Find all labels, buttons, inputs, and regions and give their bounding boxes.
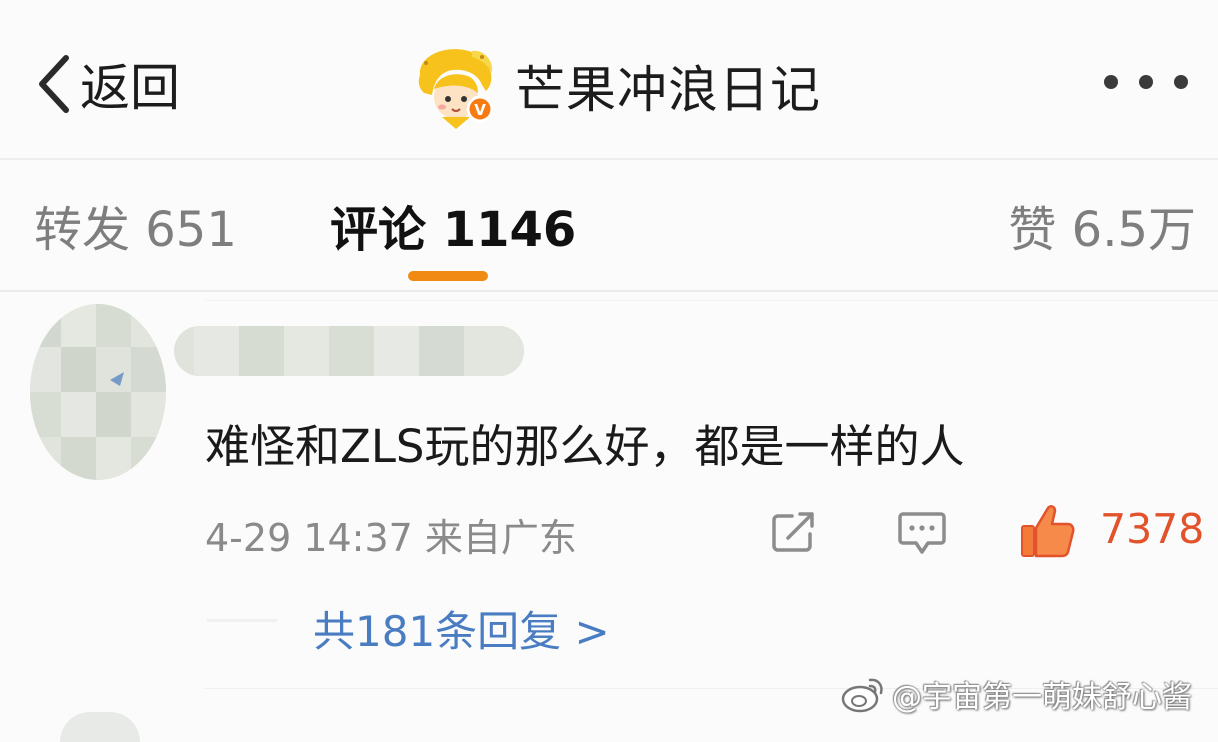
divider — [205, 300, 1218, 301]
divider — [0, 290, 1218, 292]
more-dot-icon — [1104, 75, 1118, 89]
account-name[interactable]: 芒果冲浪日记 — [515, 50, 821, 122]
commenter-avatar-blurred[interactable] — [26, 302, 166, 480]
share-icon[interactable] — [770, 510, 818, 554]
back-button[interactable]: 返回 — [34, 48, 180, 120]
next-commenter-avatar[interactable] — [60, 712, 140, 742]
more-dot-icon — [1174, 75, 1188, 89]
tab-repost[interactable]: 转发 651 — [34, 190, 237, 260]
back-label: 返回 — [80, 59, 180, 117]
divider — [207, 619, 277, 622]
commenter-name-blurred[interactable] — [174, 322, 524, 380]
like-count[interactable]: 7378 — [1100, 505, 1204, 553]
more-options-button[interactable] — [1104, 70, 1188, 94]
watermark-text: @宇宙第一萌妹舒心酱 — [892, 680, 1192, 715]
tab-comment[interactable]: 评论 1146 — [330, 190, 576, 260]
more-dot-icon — [1139, 75, 1153, 89]
tab-like[interactable]: 赞 6.5万 — [1008, 190, 1196, 260]
active-tab-indicator — [408, 271, 488, 281]
view-replies-link[interactable]: 共181条回复 > — [313, 598, 610, 659]
weibo-logo-icon — [841, 678, 883, 713]
chevron-left-icon — [39, 55, 69, 113]
watermark: @宇宙第一萌妹舒心酱 — [840, 672, 1192, 716]
like-icon[interactable] — [1020, 504, 1076, 558]
comment-text: 难怪和ZLS玩的那么好，都是一样的人 — [205, 420, 965, 473]
account-avatar[interactable]: V — [412, 45, 498, 129]
comment-meta: 4-29 14:37 来自广东 — [205, 516, 577, 560]
comment-icon[interactable] — [897, 510, 947, 556]
svg-text:V: V — [474, 101, 486, 119]
divider — [0, 158, 1218, 160]
